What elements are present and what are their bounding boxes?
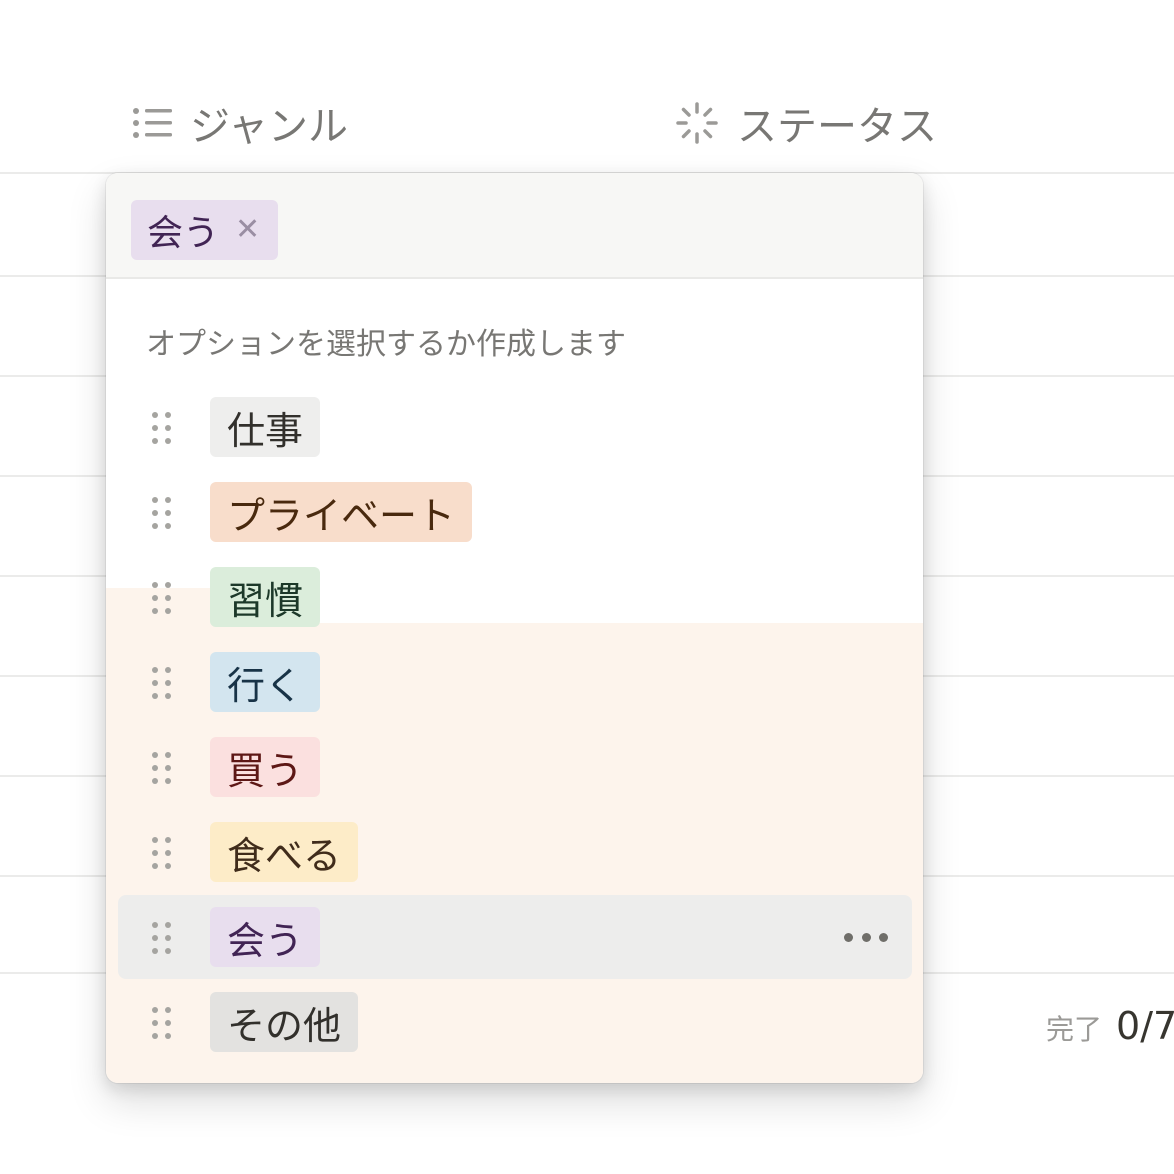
drag-handle-icon[interactable]: [151, 1006, 173, 1040]
list-icon: [132, 106, 172, 140]
drag-handle-icon[interactable]: [151, 581, 173, 615]
option-chip: 食べる: [210, 822, 359, 882]
option-row[interactable]: 買う: [118, 725, 912, 809]
completion-label: 完了: [1046, 1013, 1103, 1046]
drag-handle-icon[interactable]: [151, 836, 173, 870]
selected-chip-label: 会う: [147, 213, 220, 254]
option-row[interactable]: 会う: [118, 895, 912, 979]
column-header-genre[interactable]: ジャンル: [132, 94, 348, 152]
drag-handle-icon[interactable]: [151, 666, 173, 700]
option-chip: 買う: [210, 737, 321, 797]
option-row[interactable]: 仕事: [118, 385, 912, 469]
option-chip: その他: [210, 992, 359, 1052]
drag-handle-icon[interactable]: [151, 496, 173, 530]
column-header-label: ステータス: [737, 104, 937, 150]
remove-icon[interactable]: ✕: [235, 215, 260, 245]
option-chip: プライベート: [210, 482, 473, 542]
popup-hint: オプションを選択するか作成します: [146, 327, 626, 362]
column-header-label: ジャンル: [190, 104, 348, 150]
option-row[interactable]: その他: [118, 980, 912, 1064]
selected-values-bar[interactable]: 会う ✕: [106, 173, 923, 279]
option-chip: 会う: [210, 907, 321, 967]
option-row[interactable]: 食べる: [118, 810, 912, 894]
column-header-status[interactable]: ステータス: [675, 94, 937, 152]
selected-chip[interactable]: 会う ✕: [131, 200, 279, 260]
option-row[interactable]: 行く: [118, 640, 912, 724]
completion-value: 0/7: [1116, 1004, 1174, 1048]
option-chip: 仕事: [210, 397, 321, 457]
completion-summary: 完了 0/7: [1046, 1004, 1174, 1048]
more-horizontal-icon[interactable]: [844, 921, 888, 953]
option-row[interactable]: 習慣: [118, 555, 912, 639]
select-option-popup: 会う ✕ オプションを選択するか作成します 仕事 プライベート 習慣 行く 買う 食べる会…: [106, 173, 923, 1083]
drag-handle-icon[interactable]: [151, 411, 173, 445]
drag-handle-icon[interactable]: [151, 751, 173, 785]
option-row[interactable]: プライベート: [118, 470, 912, 554]
option-chip: 習慣: [210, 567, 321, 627]
option-chip: 行く: [210, 652, 321, 712]
status-spinner-icon: [675, 101, 719, 145]
drag-handle-icon[interactable]: [151, 921, 173, 955]
